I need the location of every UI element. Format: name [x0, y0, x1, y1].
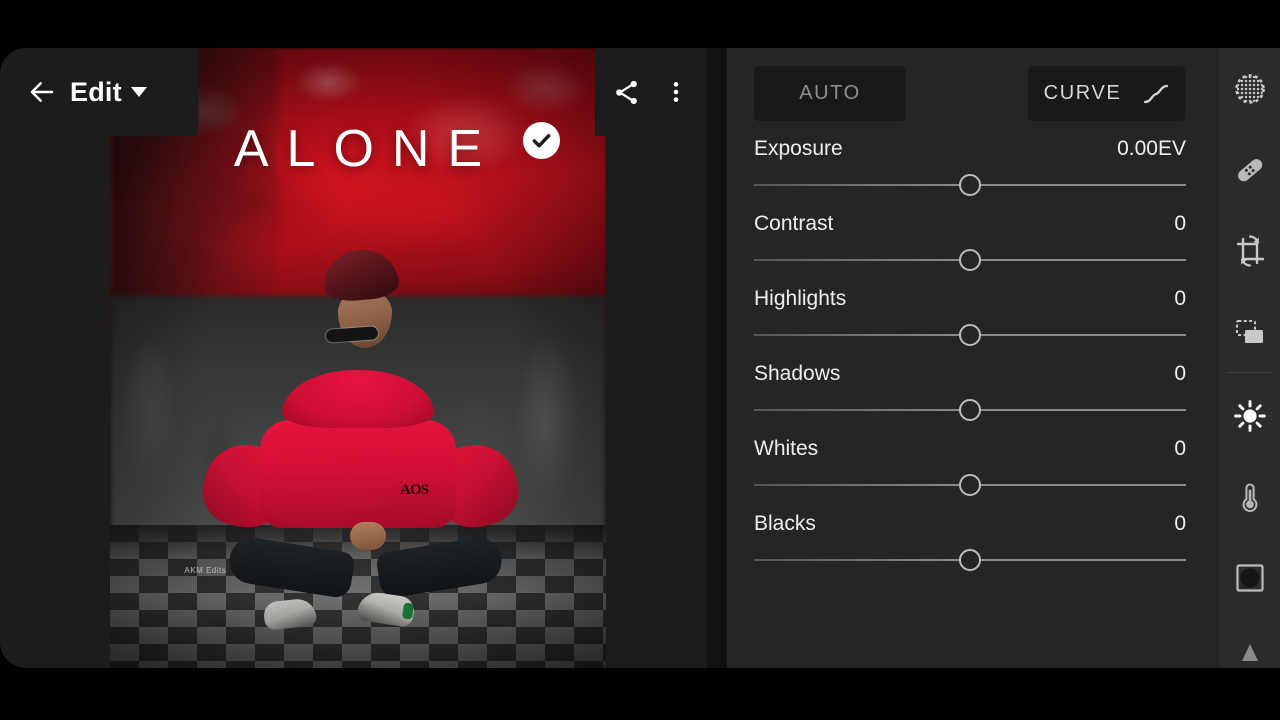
rail-expand-button[interactable] — [1238, 638, 1262, 662]
slider-value: 0 — [1174, 437, 1186, 460]
tool-effects[interactable] — [1219, 537, 1280, 618]
slider-label: Blacks — [754, 512, 816, 535]
slider-row: Blacks 0 — [727, 512, 1219, 575]
subject-left-shoe — [262, 597, 318, 631]
slider-row: Whites 0 — [727, 437, 1219, 500]
healing-icon — [1237, 158, 1262, 181]
slider-track[interactable] — [754, 545, 1186, 575]
check-circle-icon — [532, 133, 551, 148]
curve-button-label: CURVE — [1043, 82, 1122, 104]
slider-knob[interactable] — [959, 324, 981, 346]
tool-healing[interactable] — [1219, 129, 1280, 210]
slider-header: Exposure 0.00EV — [754, 137, 1186, 161]
photo-canvas[interactable]: AOS ALONE AKM Edits Edit — [0, 48, 707, 668]
slider-label: Highlights — [754, 287, 847, 310]
slider-label: Contrast — [754, 212, 834, 235]
subject-hands — [349, 522, 386, 551]
auto-button-label: AUTO — [799, 82, 861, 104]
expand-up-icon — [1241, 644, 1258, 661]
presets-icon — [1235, 319, 1263, 343]
tool-light[interactable] — [1219, 375, 1280, 456]
done-button[interactable] — [523, 122, 560, 159]
tool-rail — [1219, 48, 1280, 668]
slider-track[interactable] — [754, 470, 1186, 500]
app-window: AOS ALONE AKM Edits Edit AUTO CURVE Expo… — [0, 48, 1280, 668]
slider-row: Shadows 0 — [727, 362, 1219, 425]
slider-track[interactable] — [754, 170, 1186, 200]
tool-presets[interactable] — [1219, 291, 1280, 372]
edit-mode-dropdown[interactable]: Edit — [70, 77, 147, 108]
slider-value: 0 — [1174, 287, 1186, 310]
slider-row: Contrast 0 — [727, 212, 1219, 275]
slider-knob[interactable] — [959, 399, 981, 421]
top-header: Edit — [0, 48, 707, 136]
slider-label: Exposure — [754, 137, 843, 160]
slider-label: Shadows — [754, 362, 841, 385]
subject-red-hoodie — [260, 420, 456, 528]
tone-curve-icon — [1144, 84, 1169, 103]
rail-divider — [1226, 372, 1273, 373]
auto-button[interactable]: AUTO — [754, 66, 906, 121]
slider-list: Exposure 0.00EV Contrast 0 Highlights 0 Shadow… — [727, 137, 1219, 575]
slider-value: 0.00EV — [1117, 137, 1186, 160]
slider-track[interactable] — [754, 245, 1186, 275]
header-right-group — [595, 48, 707, 136]
slider-track[interactable] — [754, 395, 1186, 425]
edit-mode-label: Edit — [70, 76, 122, 107]
subject-shoe-accent — [401, 602, 414, 620]
photo-watermark: AKM Edits — [184, 565, 227, 575]
slider-value: 0 — [1174, 212, 1186, 235]
light-adjustments-panel: AUTO CURVE Exposure 0.00EV Contrast 0 Highli… — [727, 48, 1219, 668]
slider-header: Blacks 0 — [754, 512, 1186, 536]
curve-button[interactable]: CURVE — [1028, 66, 1185, 121]
light-icon — [1233, 399, 1266, 432]
tool-crop-rotate[interactable] — [1219, 210, 1280, 291]
slider-header: Shadows 0 — [754, 362, 1186, 386]
tool-selective[interactable] — [1219, 48, 1280, 129]
subject-hood — [282, 370, 434, 429]
slider-knob[interactable] — [959, 249, 981, 271]
slider-header: Whites 0 — [754, 437, 1186, 461]
slider-knob[interactable] — [959, 174, 981, 196]
more-options-button[interactable] — [655, 71, 697, 113]
slider-knob[interactable] — [959, 474, 981, 496]
slider-label: Whites — [754, 437, 819, 460]
slider-row: Highlights 0 — [727, 287, 1219, 350]
slider-row: Exposure 0.00EV — [727, 137, 1219, 200]
share-button[interactable] — [605, 71, 647, 113]
slider-value: 0 — [1174, 362, 1186, 385]
color-icon — [1242, 482, 1257, 512]
subject-right-leg — [375, 534, 505, 600]
subject-left-leg — [226, 534, 356, 600]
chevron-down-icon — [130, 87, 147, 97]
effects-icon — [1235, 563, 1264, 592]
slider-header: Contrast 0 — [754, 212, 1186, 236]
tool-color[interactable] — [1219, 456, 1280, 537]
selective-icon — [1234, 73, 1265, 104]
header-left-group: Edit — [0, 48, 198, 136]
subject-hoodie-logo: AOS — [400, 482, 429, 498]
share-icon — [615, 80, 637, 104]
panel-divider — [707, 48, 727, 668]
slider-header: Highlights 0 — [754, 287, 1186, 311]
back-button[interactable] — [22, 72, 62, 112]
crop-rotate-icon — [1236, 234, 1264, 267]
slider-value: 0 — [1174, 512, 1186, 535]
back-arrow-icon — [30, 82, 54, 102]
slider-track[interactable] — [754, 320, 1186, 350]
panel-action-row: AUTO CURVE — [727, 66, 1219, 121]
slider-knob[interactable] — [959, 549, 981, 571]
subject-hair — [322, 246, 401, 303]
more-vertical-icon — [673, 82, 679, 102]
